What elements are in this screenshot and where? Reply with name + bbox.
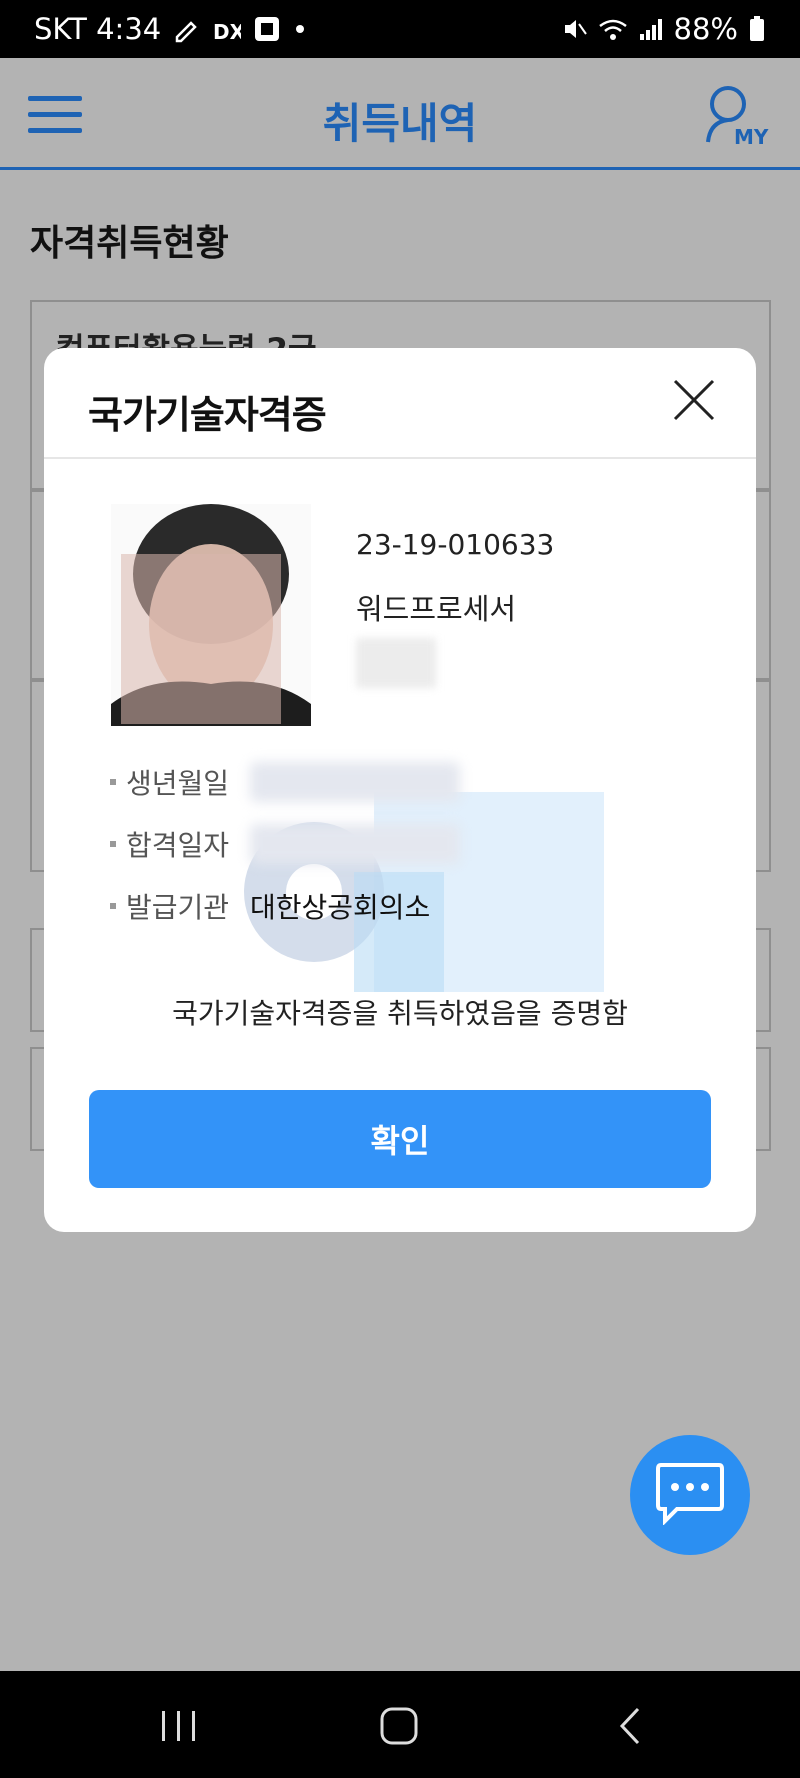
info-label: 합격일자 (126, 829, 230, 862)
dot-icon (293, 22, 307, 36)
certificate-modal: 국가기술자격증 23-19-010633 워드프로세서 생년월일 합격일자 발급… (44, 348, 756, 1232)
confirm-button[interactable]: 확인 (89, 1090, 711, 1188)
info-value-redacted (250, 762, 460, 802)
recent-apps-icon[interactable] (154, 1701, 204, 1751)
my-label: MY (734, 125, 769, 146)
cert-name: 워드프로세서 (356, 592, 517, 626)
chat-button[interactable] (630, 1435, 750, 1555)
system-nav-bar (0, 1671, 800, 1778)
profile-photo (111, 504, 311, 726)
bullet (110, 841, 116, 847)
home-icon[interactable] (376, 1701, 426, 1751)
status-bar: SKT 4:34 DX 88% (0, 0, 800, 58)
svg-text:DX: DX (213, 20, 241, 43)
battery-icon (748, 15, 766, 43)
signal-icon (638, 16, 664, 42)
dx-icon: DX (213, 15, 241, 43)
modal-title: 국가기술자격증 (88, 393, 327, 437)
info-row-birthdate: 생년월일 (110, 762, 460, 802)
chat-icon (655, 1461, 725, 1529)
page-title: 취득내역 (322, 99, 478, 148)
info-row-issuer: 발급기관 대한상공회의소 (110, 886, 430, 926)
modal-divider (44, 457, 756, 459)
back-icon[interactable] (606, 1701, 656, 1751)
info-row-pass-date: 합격일자 (110, 824, 460, 864)
pencil-icon (173, 15, 201, 43)
wifi-icon (598, 16, 628, 42)
section-title: 자격취득현황 (30, 223, 229, 264)
holder-name-redacted (356, 638, 436, 688)
certification-statement: 국가기술자격증을 취득하였음을 증명함 (172, 997, 628, 1030)
bullet (110, 779, 116, 785)
cert-number: 23-19-010633 (356, 528, 555, 561)
app-header: 취득내역 MY (0, 58, 800, 170)
info-label: 생년월일 (126, 767, 230, 800)
carrier-time: SKT 4:34 (34, 12, 162, 46)
battery-percent: 88% (673, 12, 738, 46)
info-value: 대한상공회의소 (250, 891, 431, 924)
info-value-redacted (250, 824, 460, 864)
info-label: 발급기관 (126, 891, 230, 924)
close-icon[interactable] (672, 378, 716, 422)
my-icon[interactable]: MY (704, 84, 776, 149)
bullet (110, 903, 116, 909)
app-notification-icon (253, 15, 281, 43)
mute-icon (562, 16, 588, 42)
